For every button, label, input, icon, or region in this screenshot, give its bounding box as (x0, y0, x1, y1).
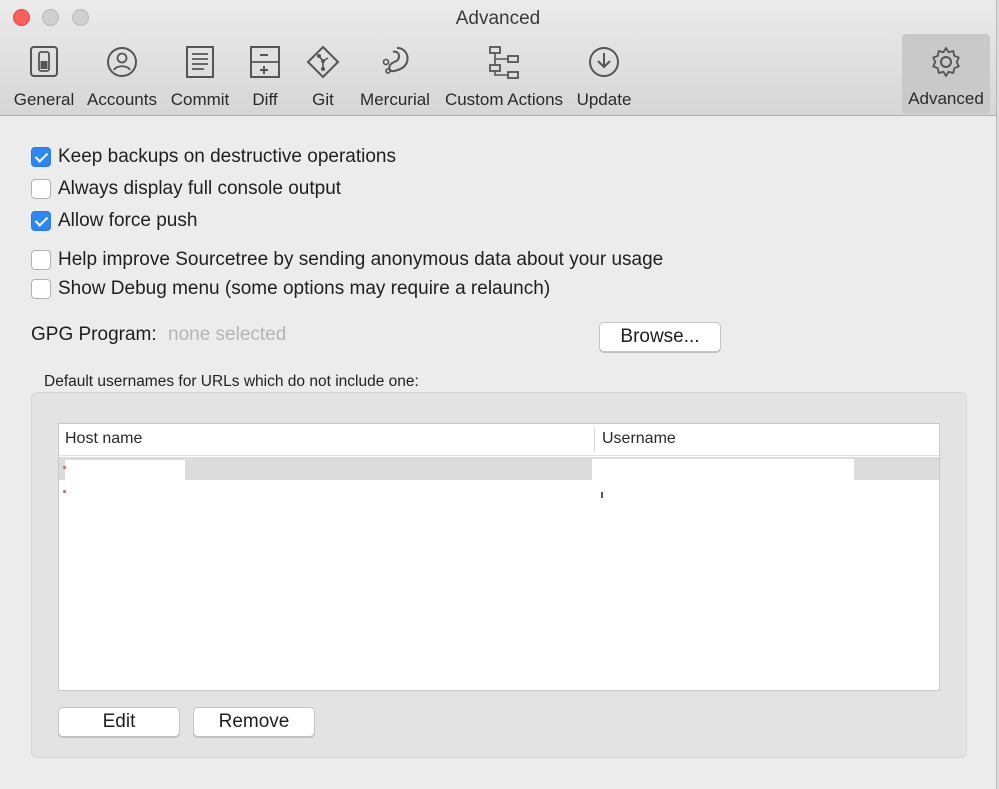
option-full-console-output[interactable]: Always display full console output (31, 177, 341, 201)
tab-label: General (13, 90, 75, 109)
download-icon (586, 44, 622, 80)
option-anonymous-usage-data[interactable]: Help improve Sourcetree by sending anony… (31, 248, 663, 272)
option-keep-backups[interactable]: Keep backups on destructive operations (31, 145, 396, 169)
table-row[interactable] (59, 481, 939, 504)
title-toolbar: Advanced General Accounts Commit Diff Gi… (0, 0, 996, 116)
option-allow-force-push[interactable]: Allow force push (31, 209, 197, 233)
option-label: Help improve Sourcetree by sending anony… (58, 249, 664, 270)
redacted-host (65, 460, 185, 480)
diff-icon (247, 44, 283, 80)
tab-diff[interactable]: Diff (240, 40, 290, 112)
tab-label: Update (576, 90, 632, 109)
tab-accounts[interactable]: Accounts (84, 40, 160, 112)
gpg-program-value: none selected (168, 324, 287, 345)
preferences-window: Advanced General Accounts Commit Diff Gi… (0, 0, 997, 789)
switch-icon (26, 44, 62, 80)
tab-label: Commit (170, 90, 230, 109)
tab-label: Advanced (908, 89, 984, 108)
gear-icon (928, 44, 964, 80)
tab-label: Git (312, 90, 334, 109)
tab-commit[interactable]: Commit (166, 40, 234, 112)
edit-button[interactable]: Edit (58, 707, 180, 737)
table-row[interactable] (59, 457, 939, 480)
tab-mercurial[interactable]: Mercurial (356, 40, 434, 112)
tab-git[interactable]: Git (298, 40, 348, 112)
option-label: Show Debug menu (some options may requir… (58, 278, 551, 299)
checkbox-unchecked[interactable] (31, 279, 51, 299)
tab-label: Custom Actions (444, 90, 564, 109)
tab-custom-actions[interactable]: Custom Actions (440, 40, 568, 112)
column-divider[interactable] (594, 428, 595, 452)
column-header-host[interactable]: Host name (65, 430, 142, 448)
checkbox-unchecked[interactable] (31, 250, 51, 270)
redaction-artifact (63, 466, 66, 469)
checkbox-checked[interactable] (31, 147, 51, 167)
usernames-table[interactable]: Host name Username (58, 423, 940, 691)
tab-label: Accounts (87, 90, 157, 109)
column-header-username[interactable]: Username (602, 430, 676, 448)
option-label: Always display full console output (58, 178, 342, 199)
redacted-username (592, 459, 854, 480)
gpg-program-label: GPG Program: (31, 324, 157, 345)
tab-general[interactable]: General (10, 40, 78, 112)
document-icon (182, 44, 218, 80)
tab-update[interactable]: Update (572, 40, 636, 112)
window-title: Advanced (455, 8, 541, 29)
mercurial-icon (377, 44, 413, 80)
remove-button[interactable]: Remove (193, 707, 315, 737)
tab-label: Diff (252, 90, 278, 109)
user-icon (104, 44, 140, 80)
option-show-debug-menu[interactable]: Show Debug menu (some options may requir… (31, 277, 550, 301)
actions-icon (486, 44, 522, 80)
option-label: Allow force push (58, 210, 198, 231)
usernames-caption: Default usernames for URLs which do not … (44, 373, 419, 390)
checkbox-unchecked[interactable] (31, 179, 51, 199)
tab-label: Mercurial (360, 90, 430, 109)
browse-button[interactable]: Browse... (599, 322, 721, 352)
checkbox-checked[interactable] (31, 211, 51, 231)
table-header: Host name Username (59, 424, 939, 456)
redaction-artifact (601, 492, 603, 498)
redaction-artifact (63, 490, 66, 493)
tab-advanced[interactable]: Advanced (902, 34, 990, 114)
git-icon (305, 44, 341, 80)
option-label: Keep backups on destructive operations (58, 146, 396, 167)
